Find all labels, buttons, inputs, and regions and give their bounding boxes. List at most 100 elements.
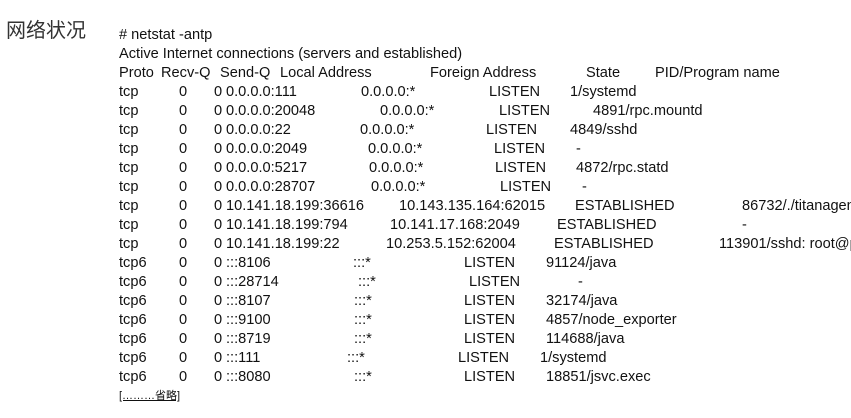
row-proto: tcp6 xyxy=(119,350,147,366)
netstat-output: # netstat -antp Active Internet connecti… xyxy=(119,26,851,403)
row-foreign-address: 0.0.0.0:* xyxy=(371,179,426,195)
row-proto: tcp xyxy=(119,198,139,214)
header-foreign: Foreign Address xyxy=(430,65,537,81)
row-foreign-address: 0.0.0.0:* xyxy=(360,122,415,138)
row-state: LISTEN xyxy=(464,312,516,328)
row-local-address: 0.0.0.0:111 xyxy=(226,84,297,100)
row-local-address: :::28714 xyxy=(226,274,279,290)
header-sendq: Send-Q xyxy=(220,65,271,81)
table-row: tcp6 0 0:::8107:::* LISTEN 32174/java xyxy=(119,292,617,311)
row-pid-program: 114688/java xyxy=(546,331,625,347)
row-recvq: 0 xyxy=(179,179,188,195)
row-foreign-address: :::* xyxy=(354,293,372,309)
row-sendq: 0 xyxy=(214,236,223,252)
row-pid-program: 32174/java xyxy=(546,293,618,309)
table-row: tcp6 0 0:::9100:::* LISTEN 4857/node_exporte… xyxy=(119,311,677,330)
row-local-address: 10.141.18.199:22 xyxy=(226,236,340,252)
table-header: Proto Recv-Q Send-Q Local Address Foreig… xyxy=(119,64,780,83)
row-foreign-address: 10.143.135.164:62015 xyxy=(399,198,546,214)
row-sendq: 0 xyxy=(214,217,223,233)
row-state: LISTEN xyxy=(464,369,516,385)
row-local-address: 0.0.0.0:28707 xyxy=(226,179,316,195)
row-foreign-address: 0.0.0.0:* xyxy=(369,160,424,176)
row-local-address: :::8107 xyxy=(226,293,271,309)
row-recvq: 0 xyxy=(179,274,188,290)
row-pid-program: - xyxy=(742,217,747,233)
row-recvq: 0 xyxy=(179,160,188,176)
row-local-address: 10.141.18.199:794 xyxy=(226,217,348,233)
table-row: tcp 0 0 10.141.18.199:794 10.141.17.168:2049… xyxy=(119,216,747,235)
row-recvq: 0 xyxy=(179,84,188,100)
row-state: LISTEN xyxy=(464,293,516,309)
row-state: LISTEN xyxy=(494,141,546,157)
connection-rows: tcp 0 0 0.0.0.0:111 0.0.0.0:* LISTEN 1/systemd… xyxy=(119,83,851,387)
row-recvq: 0 xyxy=(179,217,188,233)
row-state: LISTEN xyxy=(500,179,552,195)
row-proto: tcp xyxy=(119,103,139,119)
row-pid-program: 18851/jsvc.exec xyxy=(546,369,651,385)
row-sendq: 0 xyxy=(214,350,223,366)
row-local-address: 0.0.0.0:2049 xyxy=(226,141,308,157)
row-foreign-address: :::* xyxy=(358,274,376,290)
row-sendq: 0 xyxy=(214,293,223,309)
row-state: ESTABLISHED xyxy=(575,198,675,214)
row-foreign-address: 10.253.5.152:62004 xyxy=(386,236,516,252)
row-state: LISTEN xyxy=(486,122,538,138)
row-state: LISTEN xyxy=(458,350,510,366)
row-local-address: 0.0.0.0:5217 xyxy=(226,160,308,176)
row-state: LISTEN xyxy=(495,160,547,176)
header-proto: Proto xyxy=(119,65,154,81)
row-recvq: 0 xyxy=(179,369,188,385)
row-proto: tcp6 xyxy=(119,369,147,385)
row-foreign-address: :::* xyxy=(354,312,372,328)
row-pid-program: 1/systemd xyxy=(540,350,607,366)
row-local-address: :::8106 xyxy=(226,255,271,271)
row-proto: tcp6 xyxy=(119,293,147,309)
row-foreign-address: 10.141.17.168:2049 xyxy=(390,217,520,233)
table-row: tcp 0 0 0.0.0.0:2049 0.0.0.0:* LISTEN - xyxy=(119,140,581,159)
row-sendq: 0 xyxy=(214,84,223,100)
row-sendq: 0 xyxy=(214,255,223,271)
row-foreign-address: :::* xyxy=(347,350,365,366)
row-state: ESTABLISHED xyxy=(554,236,654,252)
row-pid-program: 4857/node_exporter xyxy=(546,312,677,328)
row-proto: tcp xyxy=(119,141,139,157)
command-line: # netstat -antp xyxy=(119,27,213,43)
row-sendq: 0 xyxy=(214,122,223,138)
row-recvq: 0 xyxy=(179,198,188,214)
table-row: tcp6 0 0:::8106:::* LISTEN 91124/java xyxy=(119,254,616,273)
row-proto: tcp xyxy=(119,160,139,176)
row-local-address: :::111 xyxy=(226,350,261,366)
table-row: tcp6 0 0:::111:::* LISTEN 1/systemd xyxy=(119,349,607,368)
row-proto: tcp6 xyxy=(119,255,147,271)
row-proto: tcp xyxy=(119,122,139,138)
row-local-address: 0.0.0.0:20048 xyxy=(226,103,316,119)
table-row: tcp 0 0 10.141.18.199:36616 10.143.135.164:6… xyxy=(119,197,851,216)
row-state: LISTEN xyxy=(464,255,516,271)
row-recvq: 0 xyxy=(179,255,188,271)
row-sendq: 0 xyxy=(214,312,223,328)
row-local-address: 10.141.18.199:36616 xyxy=(226,198,364,214)
row-pid-program: - xyxy=(582,179,587,195)
table-row: tcp 0 0 0.0.0.0:20048 0.0.0.0:* LISTEN 4891/rp… xyxy=(119,102,703,121)
row-local-address: 0.0.0.0:22 xyxy=(226,122,291,138)
row-pid-program: 91124/java xyxy=(546,255,617,271)
row-sendq: 0 xyxy=(214,331,223,347)
row-pid-program: 86732/./titanagent xyxy=(742,198,851,214)
row-sendq: 0 xyxy=(214,103,223,119)
table-row: tcp 0 0 0.0.0.0:22 0.0.0.0:* LISTEN 4849/sshd xyxy=(119,121,637,140)
row-proto: tcp6 xyxy=(119,274,147,290)
row-recvq: 0 xyxy=(179,236,188,252)
header-state: State xyxy=(586,65,621,81)
omitted-note: [………省略] xyxy=(119,390,181,402)
row-local-address: :::9100 xyxy=(226,312,271,328)
row-proto: tcp xyxy=(119,84,139,100)
row-sendq: 0 xyxy=(214,274,223,290)
row-sendq: 0 xyxy=(214,369,223,385)
row-recvq: 0 xyxy=(179,122,188,138)
row-local-address: :::8080 xyxy=(226,369,271,385)
row-recvq: 0 xyxy=(179,293,188,309)
row-pid-program: - xyxy=(578,274,583,290)
row-sendq: 0 xyxy=(214,179,223,195)
table-row: tcp6 0 0:::8719:::* LISTEN 114688/java xyxy=(119,330,624,349)
